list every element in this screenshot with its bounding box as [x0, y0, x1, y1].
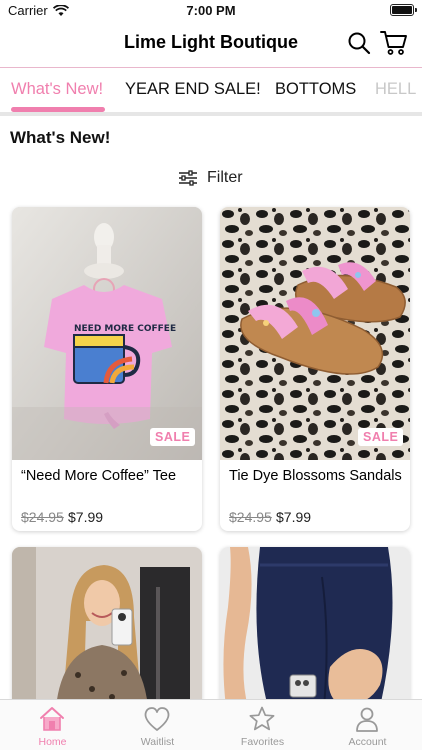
tabbar-label-account: Account: [348, 736, 387, 748]
tabbar-favorites[interactable]: Favorites: [210, 700, 315, 750]
tabbar-label-favorites: Favorites: [240, 736, 285, 748]
battery-icon: [390, 4, 417, 16]
product-card[interactable]: [220, 547, 410, 707]
product-sale-price: $7.99: [68, 509, 104, 525]
sale-badge: SALE: [150, 428, 196, 446]
sliders-icon: [179, 170, 197, 186]
bottom-tab-bar: Home Waitlist Favorites Account: [0, 699, 422, 750]
tabbar-home[interactable]: Home: [0, 700, 105, 750]
star-icon: [249, 706, 275, 731]
tab-bottoms[interactable]: BOTTOMS: [275, 80, 356, 99]
app-header: Lime Light Boutique: [0, 22, 422, 66]
search-button[interactable]: [344, 28, 374, 58]
tabs-divider: [0, 112, 422, 116]
product-sale-price: $7.99: [276, 509, 312, 525]
home-icon: [40, 707, 64, 731]
tabbar-label-waitlist: Waitlist: [140, 736, 175, 748]
shirt-text: NEED MORE COFFEE: [74, 324, 176, 334]
tab-hell[interactable]: HELL: [375, 80, 416, 99]
cart-button[interactable]: [379, 28, 409, 58]
category-tabs: What's New! YEAR END SALE! BOTTOMS HELL: [0, 67, 422, 111]
person-icon: [356, 707, 378, 732]
product-card[interactable]: [12, 547, 202, 707]
tab-year-end-sale[interactable]: YEAR END SALE!: [125, 80, 261, 99]
heart-icon: [144, 707, 170, 731]
tabbar-account[interactable]: Account: [315, 700, 420, 750]
product-original-price: $24.95: [229, 509, 272, 525]
search-icon: [348, 32, 371, 55]
app-screen: Carrier 7:00 PM Lime Light Boutique What…: [0, 0, 422, 750]
product-image-coffee-tee: NEED MORE COFFEE: [12, 207, 202, 460]
product-image-navy-leggings: [220, 547, 410, 707]
product-name: Tie Dye Blossoms Sandals: [229, 468, 402, 484]
product-image-sandals: [220, 207, 410, 460]
status-time: 7:00 PM: [186, 3, 236, 18]
tab-whats-new[interactable]: What's New!: [11, 80, 103, 99]
product-card[interactable]: SALE Tie Dye Blossoms Sandals $24.95 $7.…: [220, 207, 410, 531]
product-card[interactable]: NEED MORE COFFEE SALE “Need More Coffee”…: [12, 207, 202, 531]
filter-button[interactable]: Filter: [178, 167, 243, 189]
product-name: “Need More Coffee” Tee: [21, 468, 177, 484]
cart-icon: [380, 31, 407, 55]
sale-badge: SALE: [358, 428, 404, 446]
tabbar-label-home: Home: [38, 736, 67, 748]
product-original-price: $24.95: [21, 509, 64, 525]
product-image-leopard-top: [12, 547, 202, 707]
tabbar-waitlist[interactable]: Waitlist: [105, 700, 210, 750]
status-bar: Carrier 7:00 PM: [0, 0, 422, 22]
section-title: What's New!: [10, 128, 111, 147]
filter-label: Filter: [207, 169, 243, 186]
